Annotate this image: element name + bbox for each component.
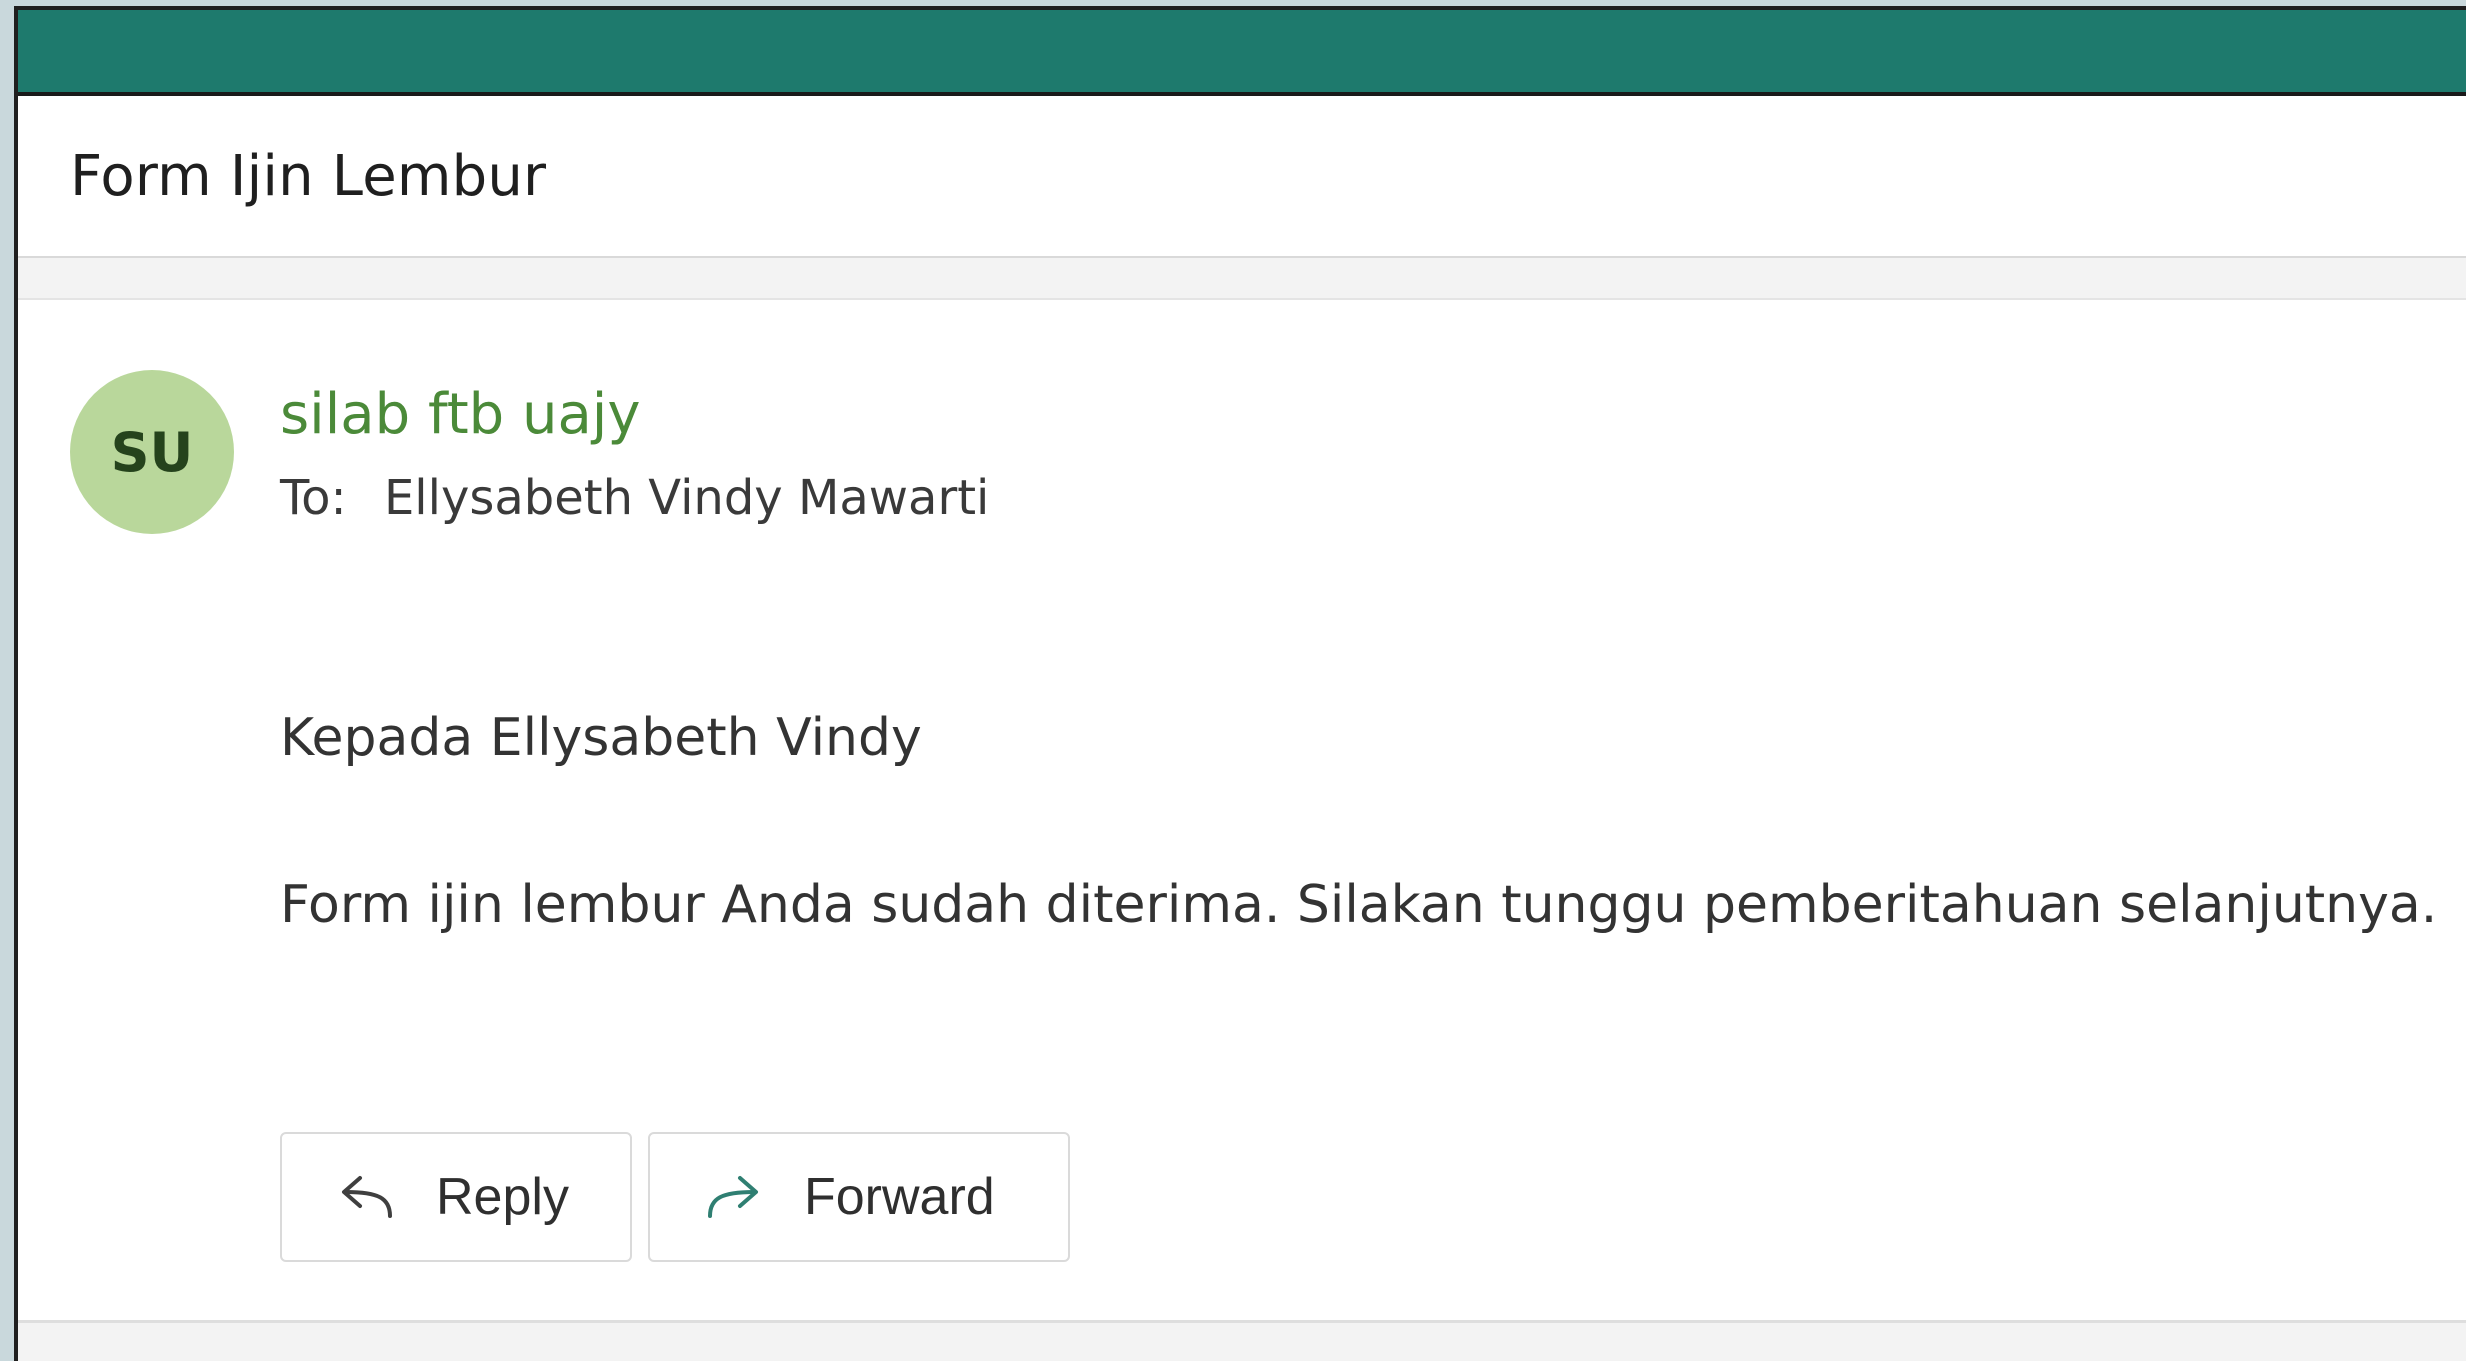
sender-initials: SU bbox=[110, 420, 194, 484]
reply-arrow-icon bbox=[342, 1176, 392, 1218]
reply-label: Reply bbox=[436, 1168, 569, 1226]
email-subject: Form Ijin Lembur bbox=[70, 144, 547, 209]
message-paragraph: Form ijin lembur Anda sudah diterima. Si… bbox=[280, 875, 2438, 935]
forward-label: Forward bbox=[804, 1168, 995, 1226]
reply-button[interactable]: Reply bbox=[280, 1132, 632, 1262]
sender-name[interactable]: silab ftb uajy bbox=[280, 382, 641, 447]
message-pane: SU silab ftb uajy To: Ellysabeth Vindy M… bbox=[18, 300, 2466, 1323]
window-titlebar bbox=[18, 10, 2466, 96]
sender-avatar: SU bbox=[70, 370, 234, 534]
email-window: Form Ijin Lembur SU silab ftb uajy To: E… bbox=[14, 6, 2466, 1361]
message-greeting: Kepada Ellysabeth Vindy bbox=[280, 708, 922, 768]
forward-arrow-icon bbox=[708, 1176, 758, 1218]
message-footer-band bbox=[18, 1323, 2466, 1361]
header-separator bbox=[18, 258, 2466, 300]
recipient-line: To: Ellysabeth Vindy Mawarti bbox=[280, 470, 989, 526]
subject-header: Form Ijin Lembur bbox=[18, 96, 2466, 258]
recipient-label: To: bbox=[280, 470, 347, 526]
message-actions: Reply Forward bbox=[280, 1132, 1070, 1262]
recipient-name[interactable]: Ellysabeth Vindy Mawarti bbox=[384, 470, 989, 526]
forward-button[interactable]: Forward bbox=[648, 1132, 1070, 1262]
